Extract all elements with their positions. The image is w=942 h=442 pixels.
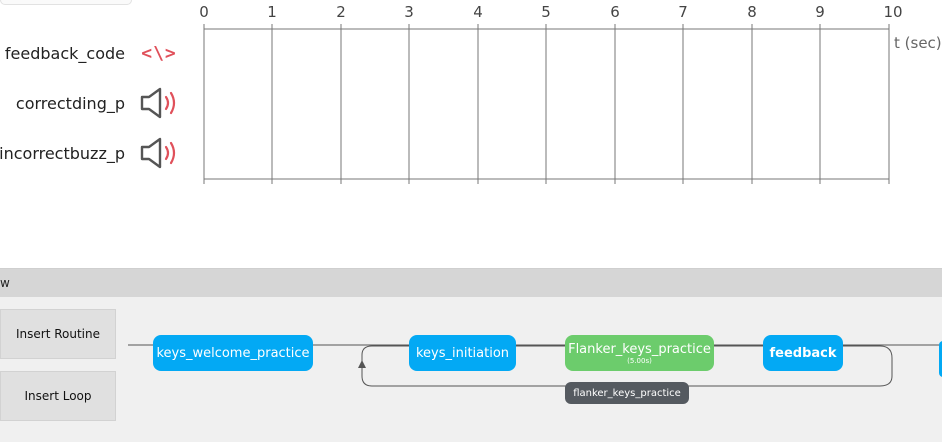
- time-axis-unit: t (sec): [894, 34, 942, 52]
- routine-flanker-keys-practice[interactable]: Flanker_keys_practice (5.00s): [565, 335, 714, 371]
- component-label-feedback-code[interactable]: feedback_code: [5, 44, 125, 63]
- code-glyph: <\>: [141, 42, 177, 64]
- routine-keys-initiation[interactable]: keys_initiation: [409, 335, 516, 371]
- code-icon[interactable]: <\>: [138, 36, 180, 70]
- flow-panel: w Insert Routine Insert Loop keys_welcom…: [0, 268, 942, 442]
- time-tick-label: 7: [678, 3, 688, 21]
- time-tick-label: 8: [747, 3, 757, 21]
- time-tick-label: 5: [541, 3, 551, 21]
- routine-feedback[interactable]: feedback: [763, 335, 843, 371]
- component-label-correctding[interactable]: correctding_p: [16, 94, 125, 113]
- time-tick-label: 4: [473, 3, 483, 21]
- time-tick-label: 3: [404, 3, 414, 21]
- loop-flanker-keys-practice[interactable]: flanker_keys_practice: [565, 382, 689, 404]
- time-tick-label: 1: [267, 3, 277, 21]
- routine-name: Flanker_keys_practice: [568, 341, 711, 357]
- time-tick-label: 10: [883, 3, 903, 21]
- time-tick-label: 2: [336, 3, 346, 21]
- speaker-icon[interactable]: [138, 86, 180, 120]
- time-tick-label: 0: [199, 3, 209, 21]
- time-tick-label: 6: [610, 3, 620, 21]
- routine-keys-welcome-practice[interactable]: keys_welcome_practice: [153, 335, 313, 371]
- loop-arrow-icon: [358, 360, 366, 368]
- speaker-icon[interactable]: [138, 136, 180, 170]
- component-label-incorrectbuzz[interactable]: incorrectbuzz_p: [0, 144, 125, 163]
- routine-timeline-panel: 0 1 2 3 4 5 6 7 8 9 10 t (sec) feedback_…: [0, 0, 942, 268]
- time-tick-label: 9: [815, 3, 825, 21]
- routine-duration: (5.00s): [627, 356, 652, 365]
